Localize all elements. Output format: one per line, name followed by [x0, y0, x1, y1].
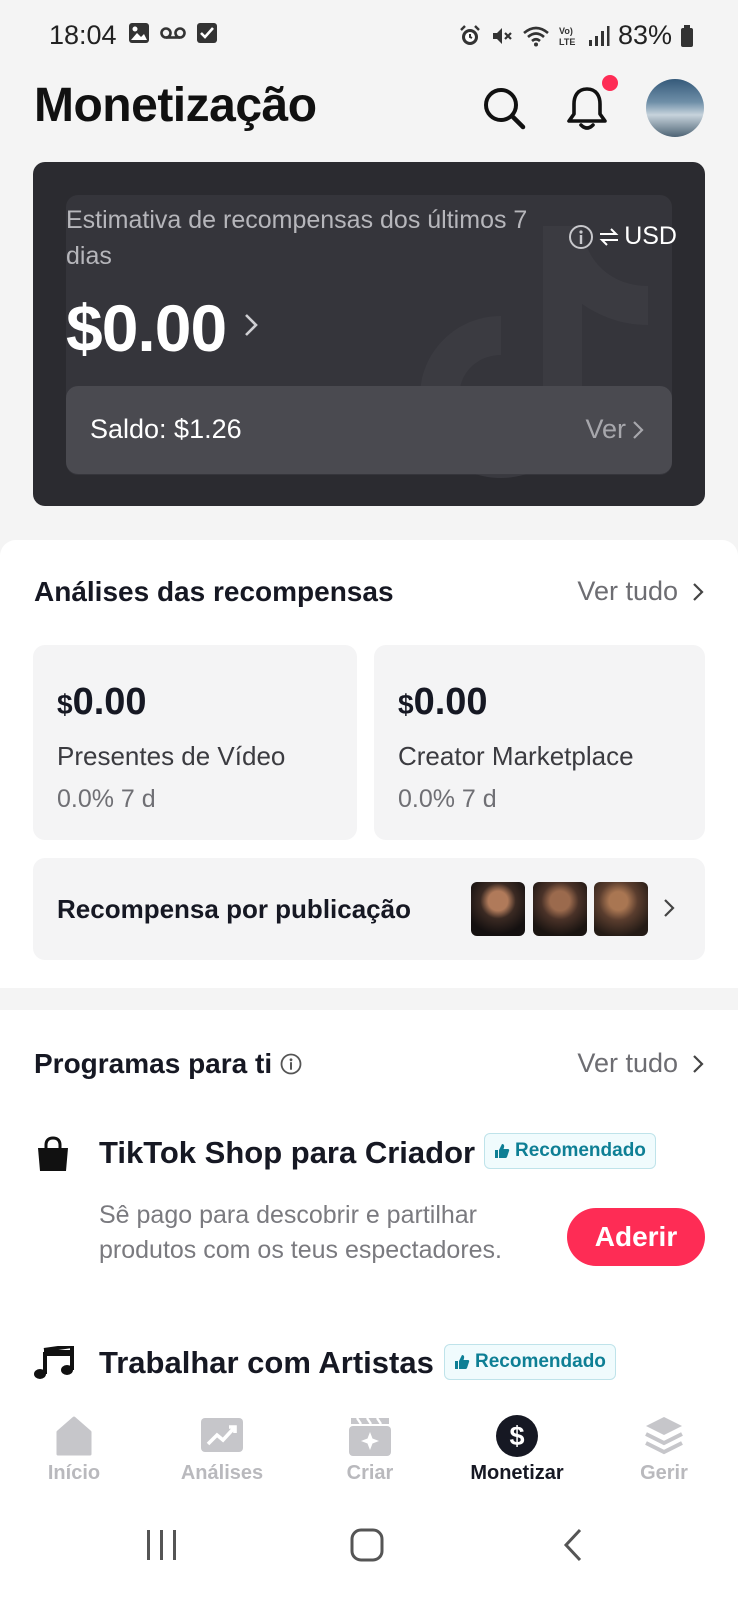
chevron-right-icon	[664, 899, 675, 917]
home-button-icon[interactable]	[350, 1528, 384, 1562]
chevron-right-icon	[633, 420, 644, 439]
metric-amount: $0.00	[398, 681, 488, 724]
see-all-label: Ver tudo	[577, 576, 678, 606]
music-note-icon	[34, 1346, 74, 1379]
shopping-bag-icon	[38, 1136, 68, 1171]
section-title: Programas para ti	[34, 1048, 273, 1079]
status-bar: 18:04 Vo) LTE 83%	[0, 0, 738, 72]
nav-create[interactable]: Criar	[310, 1414, 430, 1485]
swap-icon	[599, 227, 619, 246]
rewards-analytics-section: Análises das recompensas Ver tudo $0.00 …	[0, 540, 738, 988]
info-icon[interactable]	[568, 224, 594, 250]
nav-monetize[interactable]: $ Monetizar	[457, 1414, 577, 1485]
nav-analytics[interactable]: Análises	[162, 1414, 282, 1485]
status-time: 18:04	[49, 20, 117, 50]
system-nav-bar	[0, 1492, 738, 1600]
reward-per-post-label: Recompensa por publicação	[57, 894, 411, 924]
nav-label: Gerir	[640, 1462, 688, 1484]
metric-change: 0.0% 7 d	[398, 785, 497, 813]
volte-icon: Vo)LTE	[559, 26, 575, 47]
reward-per-post-row[interactable]: Recompensa por publicação	[33, 858, 705, 960]
earnings-label: Estimativa de recompensas dos últimos 7 …	[66, 206, 528, 270]
join-button[interactable]: Aderir	[567, 1208, 705, 1266]
badge-label: Recomendado	[515, 1140, 646, 1161]
balance-row[interactable]: Saldo: $1.26 Ver	[66, 386, 672, 474]
see-all-programs-link[interactable]: Ver tudo	[577, 1048, 704, 1079]
metric-label: Creator Marketplace	[398, 741, 634, 771]
section-title: Análises das recompensas	[34, 576, 394, 607]
page-title: Monetização	[34, 79, 317, 132]
nav-label: Criar	[346, 1462, 394, 1484]
currency-symbol: $	[57, 689, 73, 720]
search-icon[interactable]	[480, 84, 528, 132]
chevron-right-icon	[245, 314, 258, 336]
dollar-icon: $	[496, 1415, 538, 1457]
analytics-icon	[201, 1418, 243, 1452]
battery-icon	[681, 24, 693, 47]
metric-label: Presentes de Vídeo	[57, 741, 286, 771]
view-balance-link[interactable]: Ver	[585, 414, 644, 445]
see-all-analytics-link[interactable]: Ver tudo	[577, 576, 704, 607]
metric-change: 0.0% 7 d	[57, 785, 156, 813]
program-title[interactable]: TikTok Shop para Criador	[99, 1135, 475, 1171]
recent-apps-icon[interactable]	[144, 1528, 180, 1562]
video-gifts-card[interactable]: $0.00 Presentes de Vídeo 0.0% 7 d	[33, 645, 357, 840]
gallery-icon	[129, 23, 149, 43]
creator-marketplace-card[interactable]: $0.00 Creator Marketplace 0.0% 7 d	[374, 645, 705, 840]
amount-value: 0.00	[72, 681, 147, 723]
post-thumbnail	[471, 882, 525, 936]
notification-bell-icon[interactable]	[563, 84, 611, 132]
status-right-icons: Vo) LTE 83%	[458, 20, 694, 51]
program-description: Sê pago para descobrir e partilhar produ…	[99, 1201, 503, 1264]
svg-text:$: $	[509, 1421, 524, 1451]
checkbox-icon	[197, 23, 217, 43]
view-balance-label: Ver	[585, 414, 626, 444]
earnings-card[interactable]: Estimativa de recompensas dos últimos 7 …	[33, 162, 705, 506]
notification-dot	[602, 75, 618, 91]
avatar[interactable]	[646, 79, 704, 137]
voicemail-icon	[160, 27, 186, 39]
chevron-right-icon	[693, 1054, 704, 1073]
back-icon[interactable]	[562, 1528, 584, 1562]
recommended-badge: Recomendado	[484, 1133, 656, 1169]
thumbs-up-icon	[455, 1355, 470, 1369]
amount-value: 0.00	[413, 681, 488, 723]
nav-label: Início	[47, 1462, 101, 1484]
layers-icon	[645, 1417, 683, 1455]
programs-section: Programas para ti Ver tudo TikTok Shop p…	[0, 1010, 738, 1400]
currency-symbol: $	[398, 689, 414, 720]
status-left-icons	[128, 22, 218, 44]
recommended-badge: Recomendado	[444, 1344, 616, 1380]
info-icon[interactable]	[280, 1053, 302, 1075]
see-all-label: Ver tudo	[577, 1048, 678, 1078]
program-title[interactable]: Trabalhar com Artistas	[99, 1345, 434, 1381]
wifi-icon	[523, 26, 549, 46]
earnings-amount[interactable]: $0.00	[66, 290, 227, 366]
badge-label: Recomendado	[475, 1351, 606, 1372]
mute-icon	[492, 27, 512, 44]
nav-label: Análises	[180, 1462, 264, 1484]
post-thumbnail	[533, 882, 587, 936]
signal-icon	[588, 25, 610, 46]
balance-text: Saldo: $1.26	[90, 414, 242, 444]
chevron-right-icon	[693, 582, 704, 601]
create-icon	[349, 1417, 391, 1456]
metric-amount: $0.00	[57, 681, 147, 724]
svg-text:Vo): Vo)	[559, 26, 573, 36]
nav-manage[interactable]: Gerir	[604, 1414, 724, 1485]
home-icon	[56, 1416, 92, 1456]
post-thumbnail	[594, 882, 648, 936]
svg-text:LTE: LTE	[559, 37, 575, 47]
bottom-nav: Início Análises Criar $ Monetizar Gerir	[0, 1400, 738, 1492]
programs-title-row: Programas para ti	[34, 1048, 302, 1080]
thumbs-up-icon	[495, 1144, 510, 1158]
nav-label: Monetizar	[470, 1462, 564, 1484]
battery-percent: 83%	[617, 20, 672, 50]
alarm-icon	[460, 24, 480, 45]
currency-label: USD	[624, 222, 677, 250]
currency-switch[interactable]: USD	[568, 222, 677, 251]
nav-home[interactable]: Início	[14, 1414, 134, 1485]
